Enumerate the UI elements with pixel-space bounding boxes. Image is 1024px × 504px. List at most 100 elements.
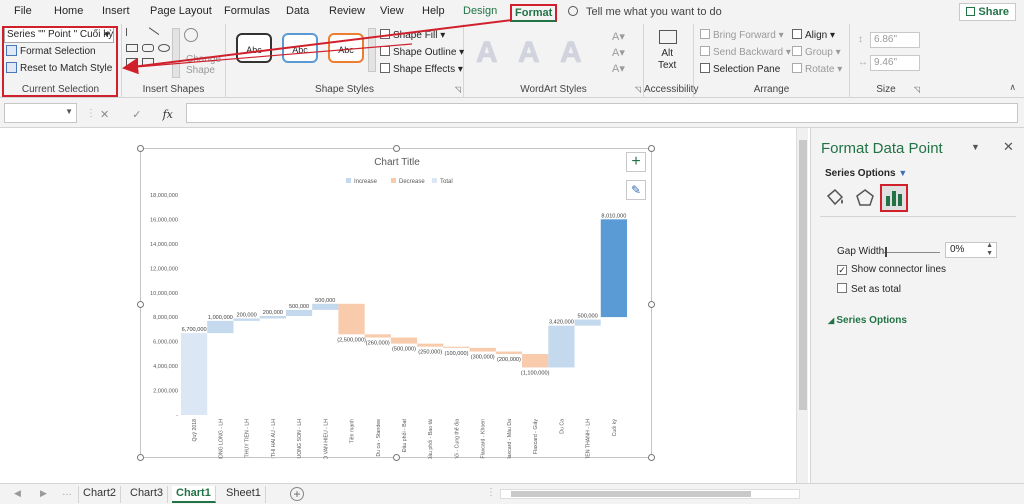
tab-insert[interactable]: Insert <box>102 5 130 17</box>
rotate-button[interactable]: Rotate ▾ <box>792 63 842 75</box>
sheet-tab-chart2[interactable]: Chart2 <box>78 486 122 503</box>
sheet-tab-chart1[interactable]: Chart1 <box>172 486 216 503</box>
shape-style-orange[interactable]: Abc <box>328 33 364 63</box>
resize-handle[interactable] <box>393 145 400 152</box>
scroll-left-icon[interactable]: ◀ <box>14 488 21 499</box>
close-icon[interactable]: ✕ <box>1003 139 1014 155</box>
chevron-down-icon[interactable]: ▼ <box>65 107 73 116</box>
align-button[interactable]: Align ▾ <box>792 29 835 41</box>
spinner-icon[interactable]: ▲ ▼ <box>986 242 993 258</box>
callout-shape-icon[interactable] <box>142 58 154 66</box>
waterfall-chart[interactable]: Chart Title Increase Decrease Total - 2,000,0… <box>141 149 653 459</box>
sheet-tab-chart3[interactable]: Chart3 <box>126 486 169 503</box>
gap-width-slider-thumb[interactable] <box>885 247 887 257</box>
dialog-launcher-icon[interactable]: ◹ <box>455 85 461 94</box>
shapes-gallery-scroll[interactable] <box>172 28 180 78</box>
gap-width-slider[interactable] <box>884 252 940 253</box>
resize-handle[interactable] <box>137 145 144 152</box>
effects-pentagon-icon[interactable] <box>853 186 877 210</box>
shape-fill-button[interactable]: Shape Fill ▾ <box>380 29 445 41</box>
width-input[interactable]: 9.46" <box>870 55 920 71</box>
horizontal-scrollbar[interactable] <box>500 489 800 499</box>
resize-handle[interactable] <box>393 454 400 461</box>
worksheet[interactable]: Chart Title Increase Decrease Total - 2,000,0… <box>0 128 808 483</box>
tab-design[interactable]: Design <box>463 5 497 17</box>
scroll-right-icon[interactable]: ▶ <box>40 488 47 499</box>
text-outline-icon[interactable]: A▾ <box>612 46 625 59</box>
tell-me-search[interactable]: Tell me what you want to do <box>568 5 722 18</box>
vertical-scrollbar[interactable] <box>796 128 808 483</box>
resize-handle[interactable] <box>648 301 655 308</box>
set-as-total-checkbox[interactable]: Set as total <box>837 283 901 295</box>
x-tick-label: YEN PHONG LONG - LH <box>218 419 224 459</box>
bring-forward-button[interactable]: Bring Forward ▾ <box>700 29 784 41</box>
collapse-ribbon-icon[interactable]: ∧ <box>1009 82 1016 93</box>
rectangle-shape-icon[interactable] <box>126 44 138 52</box>
wordart-style-2[interactable]: A <box>518 36 540 70</box>
tab-formulas[interactable]: Formulas <box>224 5 270 17</box>
wordart-style-3[interactable]: A <box>560 36 582 70</box>
shape-style-blue[interactable]: Abc <box>282 33 318 63</box>
rectangle-shape-icon[interactable] <box>126 58 138 66</box>
alt-text-button[interactable]: Alt Text <box>658 48 676 72</box>
waterfall-bar <box>495 351 523 355</box>
height-icon: ↕ <box>858 34 863 45</box>
chart-area[interactable]: Chart Title Increase Decrease Total - 2,000,0… <box>137 145 655 461</box>
wordart-style-1[interactable]: A <box>476 36 498 70</box>
show-connector-lines-checkbox[interactable]: ✓ Show connector lines <box>837 264 946 275</box>
tab-view[interactable]: View <box>380 5 404 17</box>
formula-buttons: ✕ ✓ fx <box>100 108 173 121</box>
resize-handle[interactable] <box>648 454 655 461</box>
chart-elements-plus-icon[interactable]: + <box>626 152 646 172</box>
formula-input[interactable] <box>186 103 1018 123</box>
rounded-rect-shape-icon[interactable] <box>142 44 154 52</box>
tab-data[interactable]: Data <box>286 5 309 17</box>
enter-icon[interactable]: ✓ <box>132 109 141 121</box>
shape-outline-button[interactable]: Shape Outline ▾ <box>380 46 464 58</box>
gap-width-input[interactable]: 0% ▲ ▼ <box>945 242 997 258</box>
chart-styles-brush-icon[interactable]: ✎ <box>626 180 646 200</box>
tab-review[interactable]: Review <box>329 5 365 17</box>
height-input[interactable]: 6.86" <box>870 32 920 48</box>
tab-format[interactable]: Format <box>510 4 558 22</box>
tab-overflow-icon[interactable]: … <box>62 487 72 498</box>
shape-style-dark[interactable]: Abc <box>236 33 272 63</box>
scrollbar-thumb[interactable] <box>799 140 807 410</box>
group-button[interactable]: Group ▾ <box>792 46 841 58</box>
resize-handle[interactable] <box>137 301 144 308</box>
text-fill-icon[interactable]: A▾ <box>612 30 625 43</box>
insert-function-icon[interactable]: fx <box>163 108 173 121</box>
tab-help[interactable]: Help <box>422 5 445 17</box>
tab-home[interactable]: Home <box>54 5 83 17</box>
tab-bar-grip-icon[interactable]: ⋮ <box>486 487 496 498</box>
change-shape-button[interactable]: Change Shape <box>186 54 221 76</box>
add-sheet-button[interactable]: + <box>290 487 304 501</box>
line-shape-icon[interactable] <box>126 28 132 36</box>
resize-handle[interactable] <box>648 145 655 152</box>
resize-handle[interactable] <box>137 454 144 461</box>
edit-shape-icon[interactable] <box>184 28 198 42</box>
shape-styles-scroll[interactable] <box>368 28 376 72</box>
dialog-launcher-icon[interactable]: ◹ <box>635 85 641 94</box>
tab-file[interactable]: File <box>14 5 32 17</box>
tab-page-layout[interactable]: Page Layout <box>150 5 212 17</box>
series-options-bar-chart-icon[interactable] <box>880 184 908 212</box>
series-options-dropdown[interactable]: Series Options ▼ <box>825 168 907 179</box>
x-tick-label: Điều phối - Cung thể địa <box>453 419 460 459</box>
chevron-down-icon[interactable]: ▼ <box>971 142 980 152</box>
line-shape-icon[interactable] <box>144 27 160 41</box>
shape-effects-button[interactable]: Shape Effects ▾ <box>380 63 463 75</box>
cancel-icon[interactable]: ✕ <box>100 109 109 121</box>
name-box[interactable]: ▼ <box>4 103 77 123</box>
sheet-tab-sheet1[interactable]: Sheet1 <box>222 486 266 503</box>
oval-shape-icon[interactable] <box>158 44 170 52</box>
send-backward-button[interactable]: Send Backward ▾ <box>700 46 791 58</box>
text-effects-icon[interactable]: A▾ <box>612 62 625 75</box>
fill-line-icon[interactable] <box>823 186 847 210</box>
series-options-section-header[interactable]: ◢ Series Options <box>828 315 907 326</box>
share-button[interactable]: Share <box>959 3 1016 21</box>
selection-pane-button[interactable]: Selection Pane <box>700 63 780 75</box>
scrollbar-thumb[interactable] <box>511 491 751 497</box>
dialog-launcher-icon[interactable]: ◹ <box>914 85 920 94</box>
y-tick-label: 2,000,000 <box>153 389 178 395</box>
